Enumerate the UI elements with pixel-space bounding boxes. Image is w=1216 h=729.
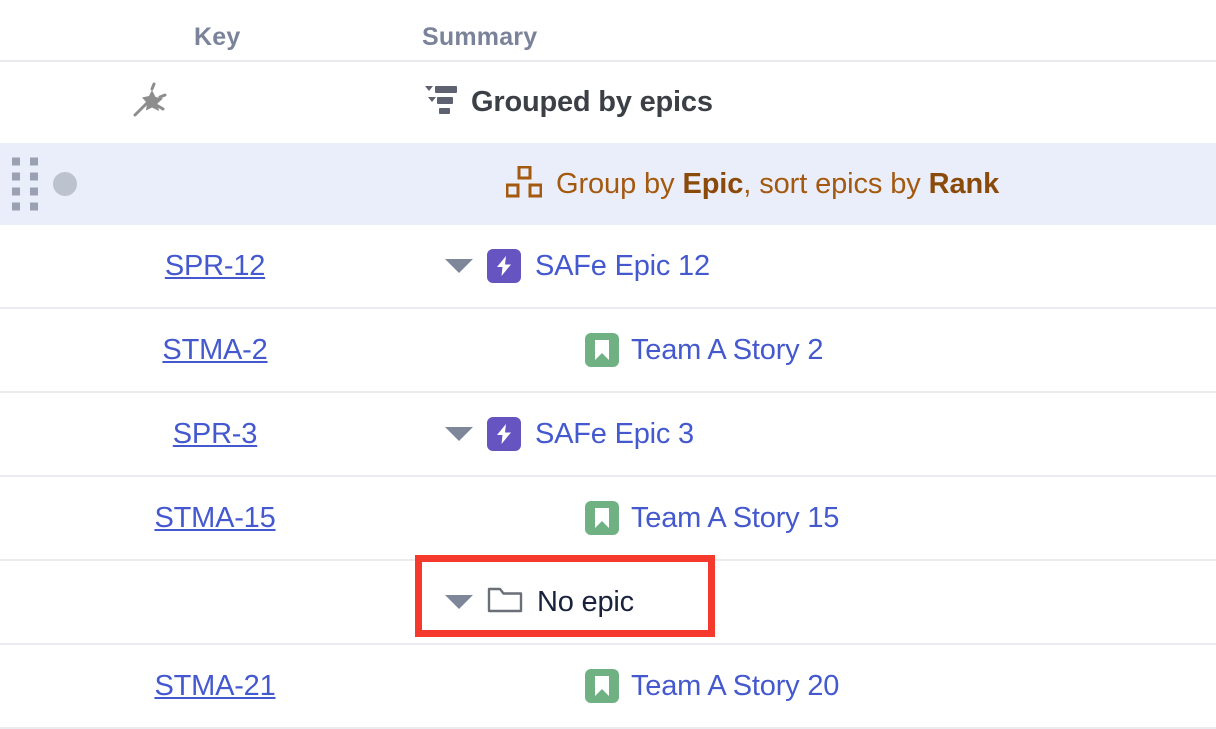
- table-row[interactable]: SPR-12 SAFe Epic 12: [0, 225, 1216, 309]
- issue-summary-link[interactable]: Team A Story 20: [631, 670, 839, 703]
- issue-summary-link[interactable]: Team A Story 2: [631, 334, 823, 367]
- summary-cell: Team A Story 2: [585, 309, 823, 391]
- group-by-rule-row[interactable]: Group by Epic, sort epics by Rank: [0, 143, 1216, 225]
- issue-key-link[interactable]: SPR-12: [165, 250, 265, 283]
- issue-summary-link[interactable]: SAFe Epic 12: [535, 250, 710, 283]
- issue-table: Key Summary: [0, 0, 1216, 729]
- summary-cell: SAFe Epic 12: [445, 225, 710, 307]
- story-bookmark-icon: [585, 501, 619, 535]
- magic-wand-icon: [127, 77, 173, 128]
- no-epic-group-row[interactable]: No epic: [0, 561, 1216, 645]
- table-header-row: Key Summary: [0, 0, 1216, 62]
- drag-handle-icon[interactable]: [12, 158, 38, 211]
- story-bookmark-icon: [585, 333, 619, 367]
- group-by-field: Epic: [682, 168, 743, 200]
- summary-cell: SAFe Epic 3: [445, 393, 694, 475]
- key-cell: STMA-2: [0, 309, 420, 391]
- column-header-key[interactable]: Key: [194, 23, 240, 52]
- grouped-hierarchy-icon: [425, 84, 459, 121]
- no-epic-label: No epic: [537, 586, 634, 619]
- group-by-rule-text: Group by Epic, sort epics by Rank: [556, 168, 999, 201]
- issue-summary-link[interactable]: SAFe Epic 3: [535, 418, 694, 451]
- group-by-prefix: Group by: [556, 168, 682, 200]
- story-bookmark-icon: [585, 669, 619, 703]
- chevron-down-icon[interactable]: [445, 595, 473, 609]
- grouped-by-epics-row: Grouped by epics: [0, 62, 1216, 143]
- summary-cell: No epic: [445, 561, 634, 643]
- issue-key-link[interactable]: STMA-21: [154, 670, 275, 703]
- key-cell: [0, 561, 420, 643]
- group-by-rule-cell[interactable]: Group by Epic, sort epics by Rank: [506, 143, 999, 225]
- group-by-sort-field: Rank: [929, 168, 1000, 200]
- grouped-by-epics-title: Grouped by epics: [471, 86, 713, 119]
- chevron-down-icon[interactable]: [445, 259, 473, 273]
- table-row[interactable]: SPR-3 SAFe Epic 3: [0, 393, 1216, 477]
- issue-summary-link[interactable]: Team A Story 15: [631, 502, 839, 535]
- chevron-down-icon[interactable]: [445, 427, 473, 441]
- folder-icon: [487, 585, 523, 620]
- epic-bolt-icon: [487, 249, 521, 283]
- issue-key-link[interactable]: STMA-2: [162, 334, 267, 367]
- issue-key-link[interactable]: SPR-3: [173, 418, 257, 451]
- key-cell: SPR-12: [0, 225, 420, 307]
- column-header-summary[interactable]: Summary: [422, 23, 537, 52]
- magic-wand-cell[interactable]: [0, 62, 300, 143]
- org-chart-icon: [506, 166, 542, 203]
- grouped-title-cell: Grouped by epics: [425, 62, 713, 143]
- table-row[interactable]: STMA-15 Team A Story 15: [0, 477, 1216, 561]
- table-row[interactable]: STMA-2 Team A Story 2: [0, 309, 1216, 393]
- status-dot: [53, 172, 77, 196]
- issue-key-link[interactable]: STMA-15: [154, 502, 275, 535]
- key-cell: STMA-15: [0, 477, 420, 559]
- key-cell: STMA-21: [0, 645, 420, 727]
- table-row[interactable]: STMA-21 Team A Story 20: [0, 645, 1216, 729]
- group-by-middle: , sort epics by: [743, 168, 928, 200]
- epic-bolt-icon: [487, 417, 521, 451]
- summary-cell: Team A Story 15: [585, 477, 839, 559]
- key-cell: SPR-3: [0, 393, 420, 475]
- summary-cell: Team A Story 20: [585, 645, 839, 727]
